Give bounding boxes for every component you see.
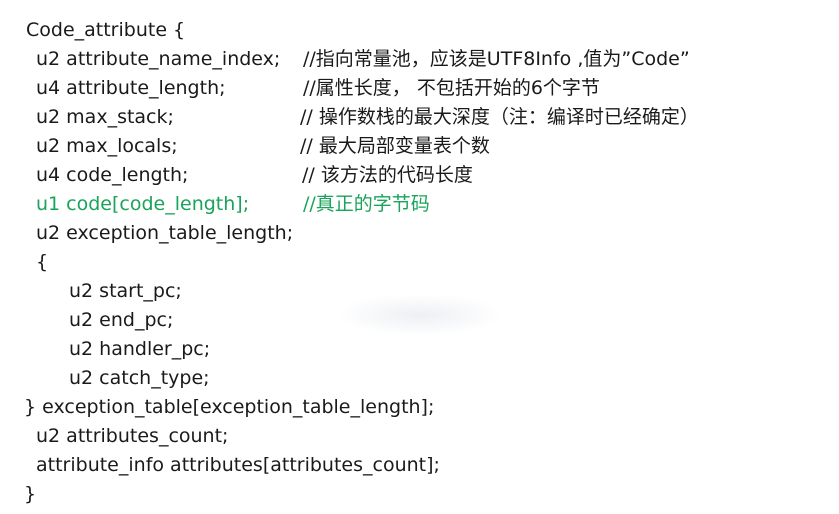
code-comment: // 该方法的代码长度 [302,164,473,186]
code-text: } exception_table[exception_table_length… [24,396,435,418]
code-attribute-slide: Code_attribute { u2 attribute_name_index… [0,0,839,514]
code-comment: //指向常量池，应该是UTF8Info ,值为”Code” [303,48,690,70]
code-text: u2 handler_pc; [69,338,211,360]
code-comment: // 操作数栈的最大深度（注：编译时已经确定） [300,106,699,128]
code-text: u2 max_locals; [36,135,178,157]
code-text: u2 catch_type; [69,367,210,389]
code-text: u2 end_pc; [69,309,174,331]
code-text: } [24,483,37,505]
code-text: u2 start_pc; [69,280,182,302]
code-text: u2 attributes_count; [36,425,229,447]
code-comment: //属性长度， 不包括开始的6个字节 [303,77,600,99]
code-text: u2 max_stack; [36,106,174,128]
code-text: u2 attribute_name_index; [36,48,281,70]
code-comment: //真正的字节码 [303,193,430,215]
code-text: u4 attribute_length; [36,77,226,99]
code-text: u2 exception_table_length; [36,222,294,244]
code-text: attribute_info attributes[attributes_cou… [36,454,440,476]
code-text: Code_attribute { [26,19,186,41]
code-comment: // 最大局部变量表个数 [300,135,490,157]
code-text: { [36,251,49,273]
code-text: u4 code_length; [36,164,189,186]
code-text: u1 code[code_length]; [36,193,250,215]
